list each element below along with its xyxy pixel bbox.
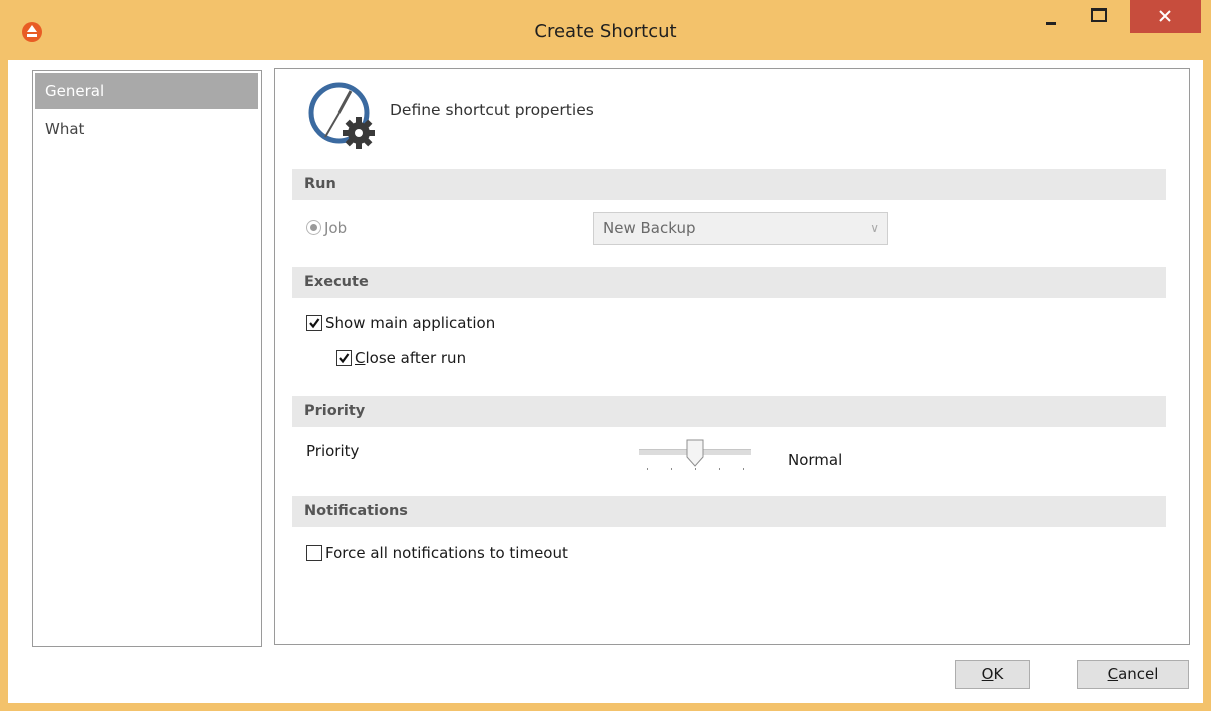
close-after-run-label: lose after run	[365, 349, 467, 367]
sidebar: General What	[32, 70, 262, 647]
checkmark-icon	[339, 353, 350, 364]
title-bar[interactable]: Create Shortcut	[0, 0, 1211, 60]
clock-gear-icon	[308, 82, 375, 149]
priority-value: Normal	[788, 451, 843, 469]
dialog-client-area: General What Define shortcut properties …	[8, 60, 1203, 703]
ok-hotkey: O	[981, 665, 994, 683]
force-notifications-timeout-label: Force all notifications to timeout	[325, 544, 568, 562]
cancel-button[interactable]: Cancel	[1077, 660, 1189, 689]
section-notifications-header: Notifications	[292, 496, 1166, 527]
priority-slider[interactable]	[639, 437, 751, 477]
checkmark-icon	[309, 318, 320, 329]
checkbox[interactable]	[306, 315, 322, 331]
sidebar-item-general[interactable]: General	[35, 73, 258, 109]
slider-tick	[671, 468, 672, 470]
slider-tick	[647, 468, 648, 470]
force-notifications-timeout-checkbox[interactable]: Force all notifications to timeout	[306, 544, 568, 562]
close-icon	[1159, 10, 1171, 22]
slider-thumb[interactable]	[686, 439, 704, 467]
cancel-label: ancel	[1118, 665, 1159, 683]
minimize-button[interactable]	[1037, 0, 1067, 32]
job-select-value: New Backup	[603, 219, 696, 237]
section-run-header: Run	[292, 169, 1166, 200]
header-title: Define shortcut properties	[390, 101, 594, 119]
priority-label: Priority	[306, 442, 360, 460]
close-button[interactable]	[1130, 0, 1201, 33]
slider-tick	[743, 468, 744, 470]
slider-tick	[719, 468, 720, 470]
checkbox[interactable]	[306, 545, 322, 561]
chevron-down-icon: ∨	[870, 221, 879, 235]
radio-button[interactable]	[306, 220, 321, 235]
close-after-run-checkbox[interactable]: Close after run	[336, 349, 466, 367]
section-execute-header: Execute	[292, 267, 1166, 298]
slider-tick	[695, 468, 696, 470]
ok-button[interactable]: OK	[955, 660, 1030, 689]
job-radio[interactable]: Job	[306, 219, 347, 237]
maximize-icon	[1091, 8, 1107, 22]
window-frame: Create Shortcut General What Define shor…	[0, 0, 1211, 711]
maximize-button[interactable]	[1083, 0, 1113, 32]
sidebar-item-what[interactable]: What	[35, 111, 258, 147]
show-main-application-label: Show main application	[325, 314, 496, 332]
show-main-application-checkbox[interactable]: Show main application	[306, 314, 495, 332]
window-title: Create Shortcut	[534, 21, 677, 42]
minimize-icon	[1046, 22, 1056, 25]
section-priority-header: Priority	[292, 396, 1166, 427]
close-after-run-hotkey: C	[355, 349, 366, 367]
job-select[interactable]: New Backup ∨	[593, 212, 888, 245]
job-label: Job	[324, 219, 348, 237]
properties-panel: Define shortcut properties Run Job New B…	[274, 68, 1190, 645]
cancel-hotkey: C	[1107, 665, 1119, 683]
checkbox[interactable]	[336, 350, 352, 366]
ok-label: K	[993, 665, 1004, 683]
